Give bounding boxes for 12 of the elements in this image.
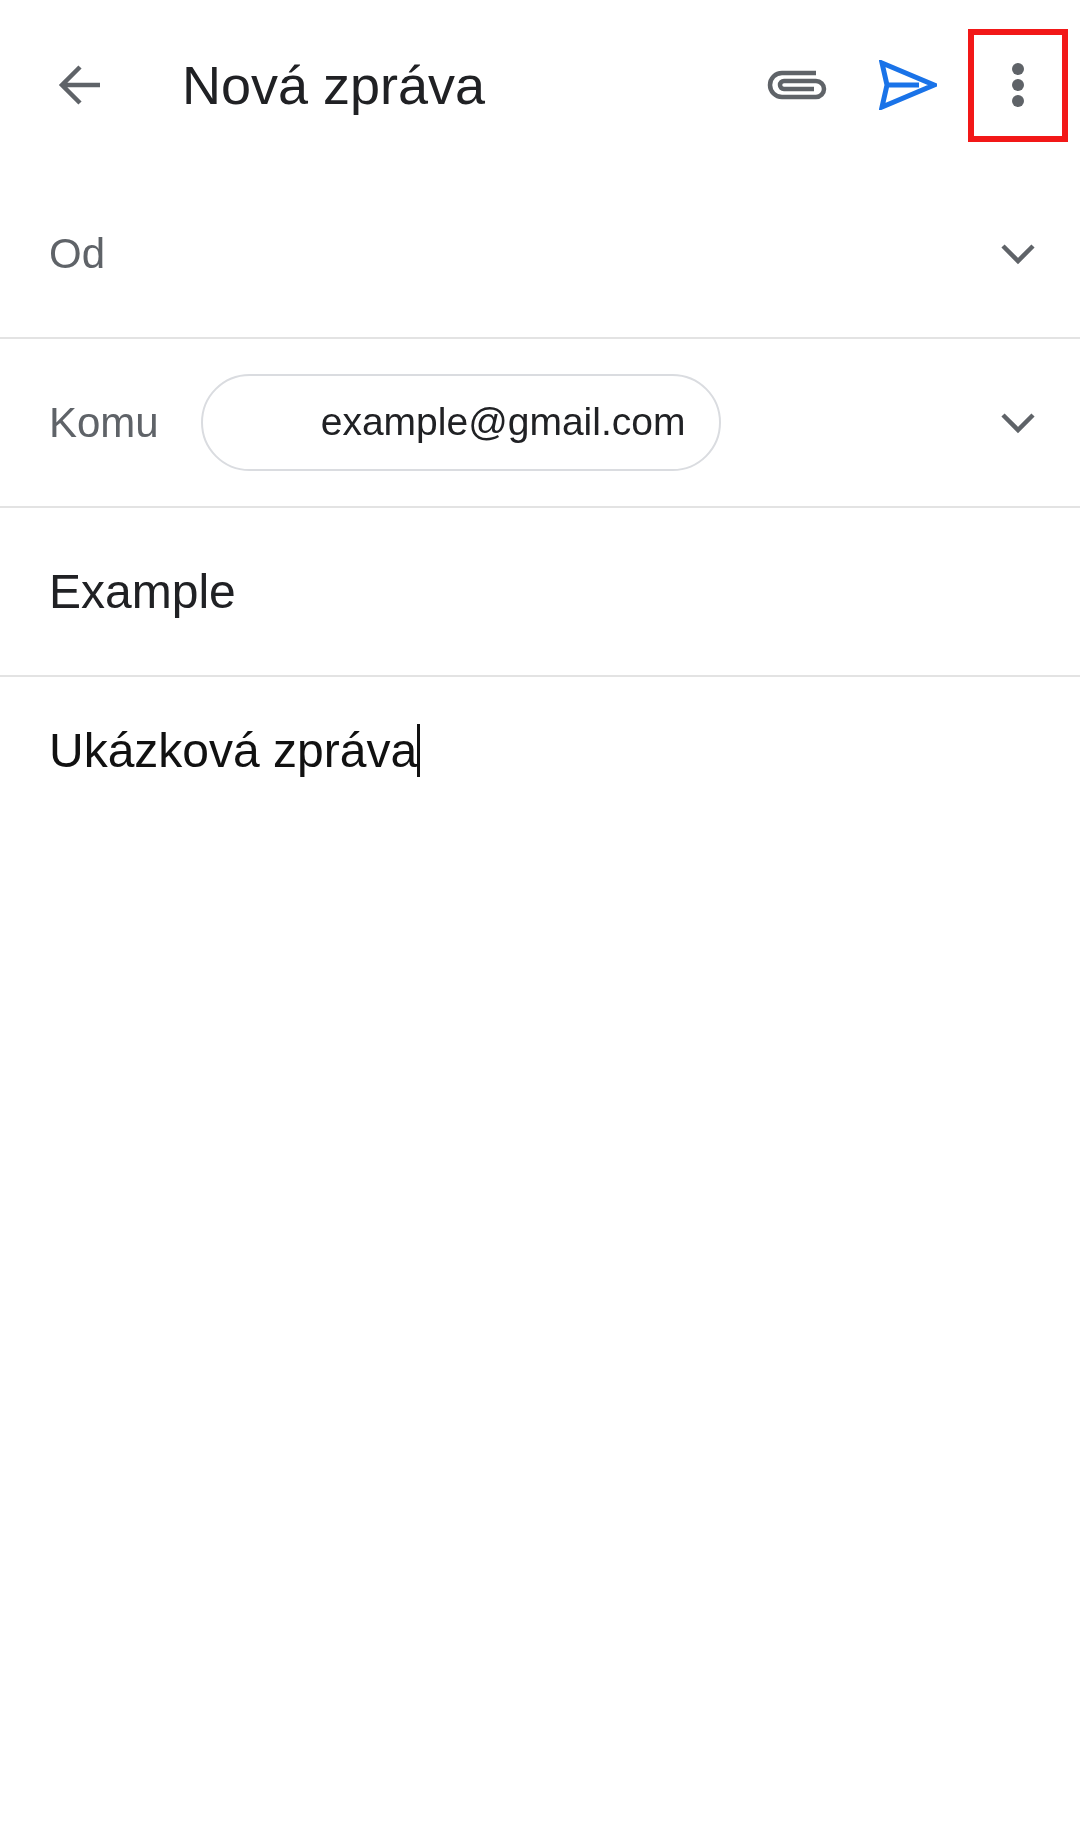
from-label: Od — [49, 229, 106, 279]
subject-field[interactable]: Example — [49, 555, 236, 628]
message-body-field[interactable]: Ukázková zpráva — [49, 724, 421, 777]
more-icon — [1011, 62, 1025, 108]
dropdown-chevron-icon[interactable] — [1000, 242, 1036, 265]
recipient-chip[interactable]: example@gmail.com — [200, 374, 722, 471]
screen-title: Nová zpráva — [182, 53, 486, 117]
to-label: Komu — [49, 398, 159, 448]
send-icon — [879, 60, 937, 110]
dropdown-chevron-icon[interactable] — [1000, 411, 1036, 434]
back-arrow-icon — [58, 65, 102, 105]
more-button[interactable] — [968, 28, 1068, 142]
